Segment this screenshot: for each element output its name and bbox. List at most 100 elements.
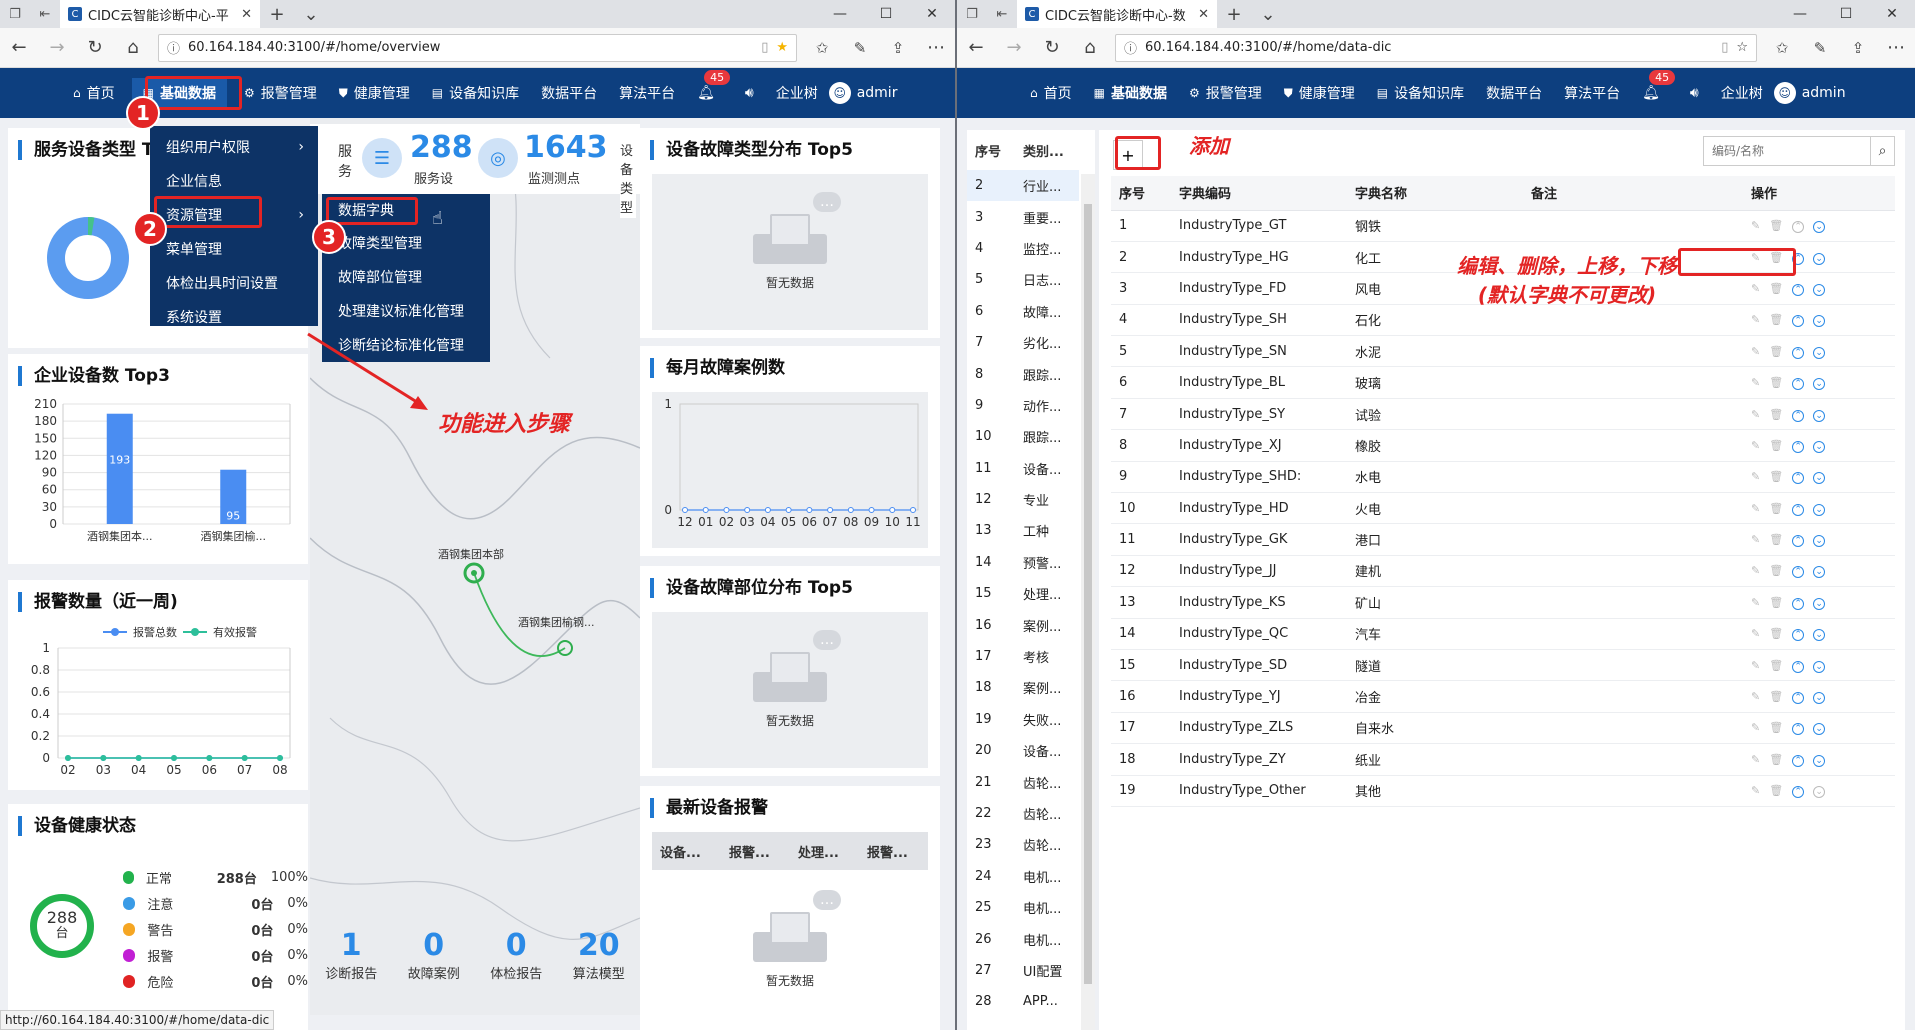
move-down-icon[interactable]: ⌄ [1813,346,1826,359]
data-point[interactable] [277,755,283,761]
new-tab-button[interactable]: + [260,4,294,25]
data-point[interactable] [744,507,751,513]
edit-icon[interactable]: ✎ [1751,627,1760,640]
home-icon[interactable]: ⌂ [1071,37,1109,58]
edit-icon[interactable]: ✎ [1751,219,1760,232]
category-row[interactable]: 24 电机... [967,861,1079,892]
table-row[interactable]: 8 IndustryType_XJ 橡胶 ✎ 🗑︎ ⌃ ⌄ [1111,429,1895,462]
edit-icon[interactable]: ✎ [1751,345,1760,358]
edit-icon[interactable]: ✎ [1751,408,1760,421]
category-row[interactable]: 13 工种 [967,515,1079,546]
move-up-icon[interactable]: ⌃ [1792,535,1805,548]
nav-alarm[interactable]: ⚙ 报警管理 [233,68,328,118]
notification-bell[interactable]: 🔔︎ 45 [1631,68,1676,118]
category-row[interactable]: 11 设备... [967,453,1079,484]
delete-icon[interactable]: 🗑︎ [1769,690,1783,703]
data-point[interactable] [764,507,771,513]
move-down-icon[interactable]: ⌄ [1813,440,1826,453]
more-icon[interactable]: ⋯ [917,37,955,58]
category-row[interactable]: 8 跟踪... [967,358,1079,389]
menu-item-checkup-time[interactable]: 体检出具时间设置 [150,266,318,300]
data-point[interactable] [785,507,792,513]
volume-toggle[interactable]: 🔊︎ [1679,68,1710,118]
move-down-icon[interactable]: ⌄ [1813,315,1826,328]
category-row[interactable]: 7 劣化... [967,327,1079,358]
move-down-icon[interactable]: ⌄ [1813,472,1826,485]
table-row[interactable]: 7 IndustryType_SY 试验 ✎ 🗑︎ ⌃ ⌄ [1111,398,1895,431]
close-window-button[interactable]: ✕ [909,6,955,22]
bar[interactable] [106,413,133,524]
nav-home[interactable]: ⌂ 首页 [62,68,126,118]
maximize-button[interactable]: ☐ [1823,6,1869,22]
refresh-icon[interactable]: ↻ [76,37,114,58]
delete-icon[interactable]: 🗑︎ [1769,502,1783,515]
move-down-icon[interactable]: ⌄ [1813,566,1826,579]
move-up-icon[interactable]: ⌃ [1792,283,1805,296]
delete-icon[interactable]: 🗑︎ [1769,345,1783,358]
data-point[interactable] [847,507,854,513]
category-row[interactable]: 15 处理... [967,578,1079,609]
category-row[interactable]: 12 专业 [967,484,1079,515]
menu-item-fault-type-mgmt[interactable]: 故障类型管理 [322,226,490,260]
info-icon[interactable]: ⓘ [167,38,180,57]
move-down-icon[interactable]: ⌄ [1813,660,1826,673]
table-row[interactable]: 19 IndustryType_Other 其他 ✎ 🗑︎ ⌃ ⌄ [1111,775,1895,807]
move-up-icon[interactable]: ⌃ [1792,566,1805,579]
table-row[interactable]: 16 IndustryType_YJ 冶金 ✎ 🗑︎ ⌃ ⌄ [1111,680,1895,713]
delete-icon[interactable]: 🗑︎ [1769,376,1783,389]
forward-icon[interactable]: → [38,37,76,58]
minimize-button[interactable]: — [1777,6,1823,22]
data-point[interactable] [171,755,177,761]
category-row[interactable]: 5 日志... [967,264,1079,295]
category-row[interactable]: 3 重要... [967,201,1079,232]
edit-icon[interactable]: ✎ [1751,533,1760,546]
delete-icon[interactable]: 🗑︎ [1769,564,1783,577]
table-row[interactable]: 18 IndustryType_ZY 纸业 ✎ 🗑︎ ⌃ ⌄ [1111,743,1895,776]
edit-icon[interactable]: ✎ [1751,439,1760,452]
category-row[interactable]: 22 齿轮... [967,798,1079,829]
close-tab-icon[interactable]: ✕ [241,7,252,22]
category-row[interactable]: 23 齿轮... [967,829,1079,860]
delete-icon[interactable]: 🗑︎ [1769,282,1783,295]
table-row[interactable]: 9 IndustryType_SHD: 水电 ✎ 🗑︎ ⌃ ⌄ [1111,461,1895,494]
move-up-icon[interactable]: ⌃ [1792,315,1805,328]
search-input[interactable] [1704,137,1870,165]
minimize-button[interactable]: — [817,6,863,22]
category-row[interactable]: 10 跟踪... [967,421,1079,452]
nav-basic-data[interactable]: ▦ 基础数据 [1083,68,1178,118]
pen-icon[interactable]: ✎ [841,39,879,57]
move-up-icon[interactable]: ⌃ [1792,660,1805,673]
delete-icon[interactable]: 🗑︎ [1769,627,1783,640]
delete-icon[interactable]: 🗑︎ [1769,784,1783,797]
menu-item-system-settings[interactable]: 系统设置 [150,300,318,334]
move-up-icon[interactable]: ⌃ [1792,597,1805,610]
category-row[interactable]: 17 考核 [967,641,1079,672]
nav-algo-platform[interactable]: 算法平台 [608,68,686,118]
delete-icon[interactable]: 🗑︎ [1769,659,1783,672]
table-row[interactable]: 10 IndustryType_HD 火电 ✎ 🗑︎ ⌃ ⌄ [1111,492,1895,525]
delete-icon[interactable]: 🗑︎ [1769,533,1783,546]
delete-icon[interactable]: 🗑︎ [1769,219,1783,232]
move-up-icon[interactable]: ⌃ [1792,723,1805,736]
data-point[interactable] [135,755,142,761]
favorites-icon[interactable]: ✩ [803,39,841,57]
move-up-icon[interactable]: ⌃ [1792,629,1805,642]
reading-view-icon[interactable]: ▯ [1721,40,1728,55]
edit-icon[interactable]: ✎ [1751,784,1760,797]
stat-fault-cases[interactable]: 0 故障案例 [408,928,460,982]
nav-health[interactable]: ⛊ 健康管理 [1273,68,1366,118]
data-point[interactable] [65,755,71,761]
move-down-icon[interactable]: ⌄ [1813,692,1826,705]
category-row[interactable]: 21 齿轮... [967,766,1079,797]
table-row[interactable]: 1 IndustryType_GT 钢铁 ✎ 🗑︎ ⌃ ⌄ [1111,210,1895,242]
delete-icon[interactable]: 🗑︎ [1769,721,1783,734]
browser-tab[interactable]: C CIDC云智能诊断中心-数 ✕ [1017,0,1217,28]
favorite-star-icon[interactable]: ☆ [1736,40,1748,55]
favorites-icon[interactable]: ✩ [1763,39,1801,57]
data-point[interactable] [241,755,248,761]
tab-actions-icon[interactable]: ❐ [0,0,30,28]
delete-icon[interactable]: 🗑︎ [1769,408,1783,421]
move-up-icon[interactable]: ⌃ [1792,378,1805,391]
category-row[interactable]: 20 设备... [967,735,1079,766]
table-row[interactable]: 6 IndustryType_BL 玻璃 ✎ 🗑︎ ⌃ ⌄ [1111,366,1895,399]
